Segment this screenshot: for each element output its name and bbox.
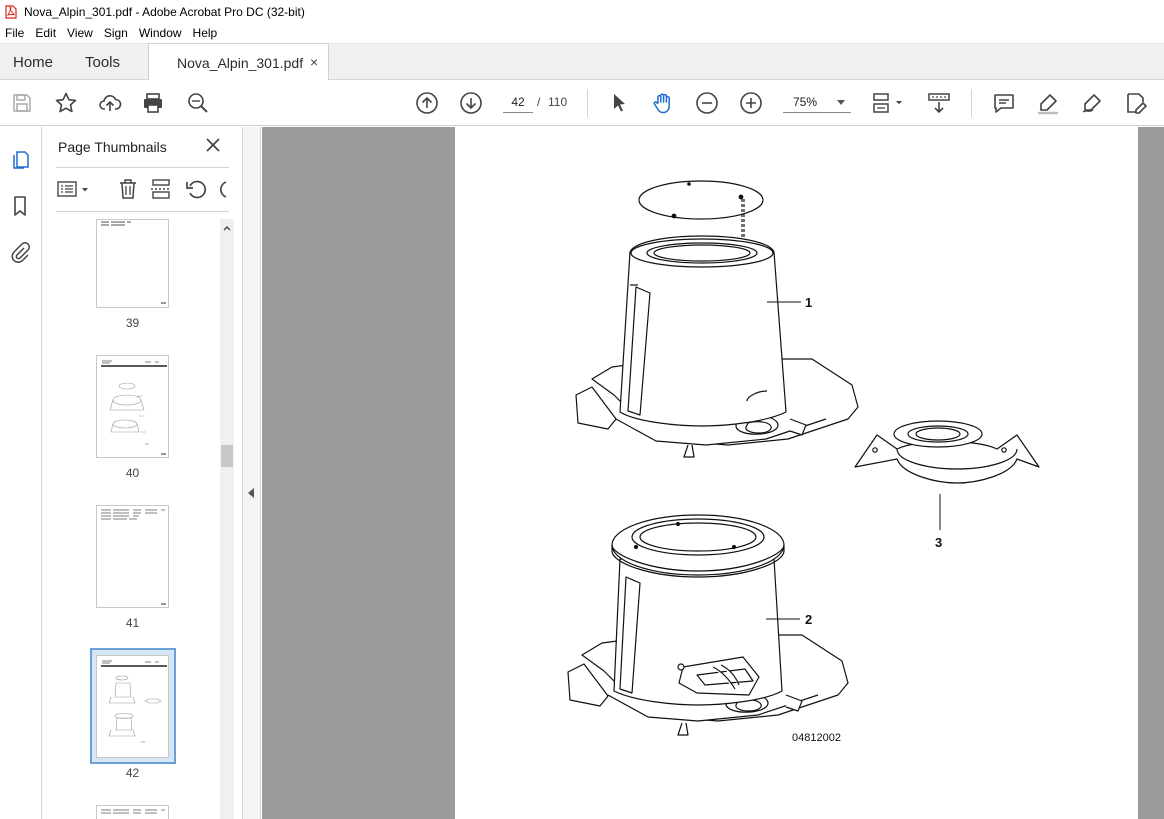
menu-help[interactable]: Help xyxy=(188,26,224,40)
thumbnail-page[interactable] xyxy=(96,505,169,608)
menu-bar: File Edit View Sign Window Help xyxy=(0,23,1164,43)
thumbnail-page[interactable] xyxy=(96,355,169,458)
panel-divider xyxy=(56,167,229,168)
page-separator: / xyxy=(537,95,541,109)
scroll-mode-icon[interactable] xyxy=(927,91,951,115)
redo-icon[interactable] xyxy=(214,178,228,200)
tab-bar: Home Tools Nova_Alpin_301.pdf × xyxy=(0,43,1164,81)
previous-page-icon[interactable] xyxy=(415,91,439,115)
document-tab-label: Nova_Alpin_301.pdf xyxy=(177,55,304,71)
next-page-icon[interactable] xyxy=(459,91,483,115)
tab-home[interactable]: Home xyxy=(13,54,53,71)
bookmarks-icon[interactable] xyxy=(9,195,31,217)
thumbnail-list: 39 40 41 42 xyxy=(42,219,220,819)
callout-1: 1 xyxy=(805,295,813,310)
title-bar: Nova_Alpin_301.pdf - Adobe Acrobat Pro D… xyxy=(0,0,1164,23)
thumbnail-page-selected[interactable] xyxy=(96,655,169,758)
scrollbar-thumb[interactable] xyxy=(221,445,233,467)
navigation-rail xyxy=(0,127,42,819)
menu-window[interactable]: Window xyxy=(134,26,188,40)
menu-file[interactable]: File xyxy=(0,26,30,40)
menu-edit[interactable]: Edit xyxy=(30,26,62,40)
exploded-parts-drawing xyxy=(567,180,1040,736)
select-cursor-icon[interactable] xyxy=(607,91,631,115)
attachments-icon[interactable] xyxy=(9,241,31,263)
panel-splitter[interactable] xyxy=(243,127,261,819)
thumbnail-scrollbar[interactable] xyxy=(220,219,234,819)
thumbnail-label: 39 xyxy=(125,316,140,330)
search-zoom-icon[interactable] xyxy=(186,91,210,115)
document-viewport[interactable]: 1 2 3 04812002 xyxy=(262,127,1164,819)
page-total: 110 xyxy=(548,95,568,109)
chevron-up-icon[interactable] xyxy=(223,225,231,231)
delete-icon[interactable] xyxy=(116,178,140,200)
window-title: Nova_Alpin_301.pdf - Adobe Acrobat Pro D… xyxy=(24,4,305,19)
tab-document[interactable]: Nova_Alpin_301.pdf × xyxy=(148,43,329,81)
page-number-input[interactable] xyxy=(503,91,533,113)
menu-view[interactable]: View xyxy=(62,26,99,40)
zoom-level-dropdown[interactable]: 75% xyxy=(783,91,851,113)
print-icon[interactable] xyxy=(141,91,165,115)
upload-cloud-icon[interactable] xyxy=(98,91,122,115)
acrobat-pdf-icon xyxy=(5,4,17,19)
callout-2: 2 xyxy=(805,612,813,627)
zoom-level-value: 75% xyxy=(793,95,818,109)
panel-title: Page Thumbnails xyxy=(58,139,167,155)
panel-divider xyxy=(56,211,229,212)
thumbnail-page[interactable] xyxy=(96,219,169,308)
page-thumbnails-icon[interactable] xyxy=(9,149,31,171)
collapse-panel-icon[interactable] xyxy=(248,488,254,498)
options-menu-icon[interactable] xyxy=(56,178,92,200)
toolbar-divider xyxy=(587,89,588,117)
close-icon[interactable] xyxy=(204,136,222,154)
comment-icon[interactable] xyxy=(992,91,1016,115)
hand-tool-icon[interactable] xyxy=(651,91,675,115)
thumbnail-page[interactable] xyxy=(96,805,169,819)
undo-icon[interactable] xyxy=(184,178,208,200)
main-toolbar: / 110 75% xyxy=(0,80,1164,126)
thumbnail-label: 42 xyxy=(125,766,140,780)
thumbnail-label: 40 xyxy=(125,466,140,480)
fit-page-icon[interactable] xyxy=(871,91,905,115)
zoom-out-icon[interactable] xyxy=(695,91,719,115)
menu-sign[interactable]: Sign xyxy=(99,26,134,40)
fill-sign-icon[interactable] xyxy=(1124,91,1148,115)
draw-icon[interactable] xyxy=(1080,91,1104,115)
callout-3: 3 xyxy=(935,535,943,550)
highlight-icon[interactable] xyxy=(1036,91,1060,115)
drawing-number: 04812002 xyxy=(792,732,841,744)
save-icon[interactable] xyxy=(10,91,34,115)
close-tab-button[interactable]: × xyxy=(310,54,318,70)
extract-icon[interactable] xyxy=(149,178,173,200)
toolbar-divider xyxy=(971,89,972,117)
zoom-in-icon[interactable] xyxy=(739,91,763,115)
pdf-page: 1 2 3 04812002 xyxy=(455,127,1138,819)
bookmark-star-icon[interactable] xyxy=(54,91,78,115)
thumbnail-label: 41 xyxy=(125,616,140,630)
tab-tools[interactable]: Tools xyxy=(85,54,120,71)
page-thumbnails-panel: Page Thumbnails 39 40 41 42 xyxy=(42,127,243,819)
chevron-down-icon xyxy=(837,100,845,105)
